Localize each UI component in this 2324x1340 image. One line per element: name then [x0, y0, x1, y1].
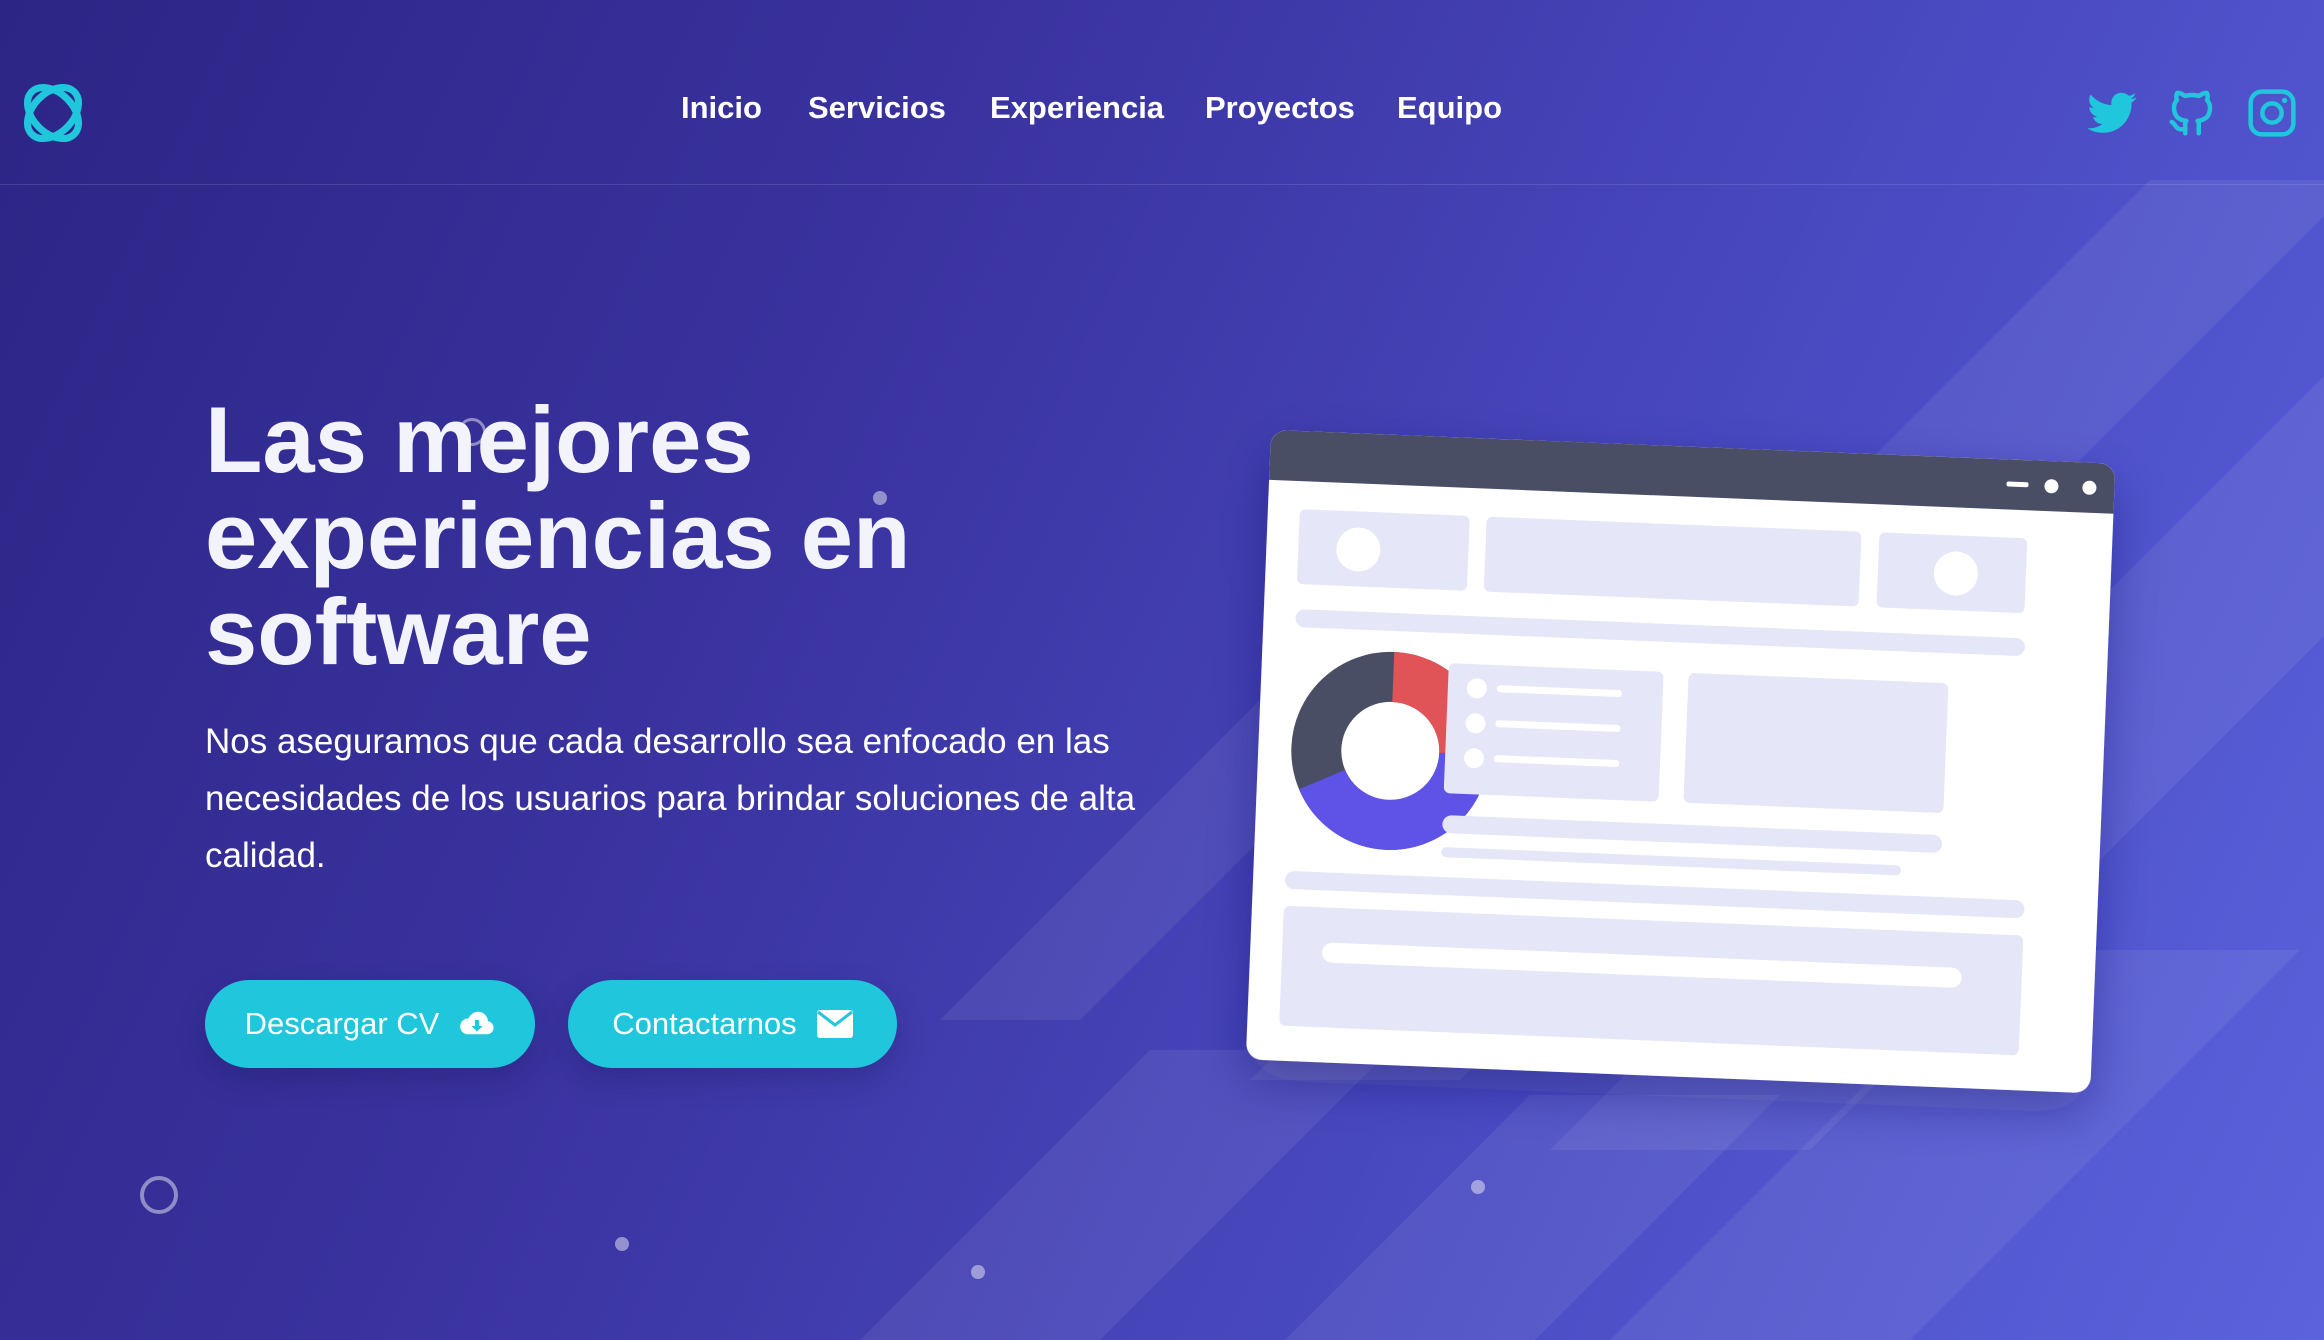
hero-description: Nos aseguramos que cada desarrollo sea e…: [205, 722, 1136, 875]
github-icon[interactable]: [2165, 86, 2219, 140]
nav-item-proyectos[interactable]: Proyectos: [1205, 90, 1355, 126]
nav-item-servicios[interactable]: Servicios: [808, 90, 946, 126]
hero-title-line-3: software: [205, 579, 592, 684]
twitter-icon[interactable]: [2085, 86, 2139, 140]
contact-button[interactable]: Contactarnos: [568, 980, 897, 1068]
download-cv-label: Descargar CV: [244, 1006, 440, 1041]
hero-title-line-1: Las mejores: [205, 387, 754, 492]
download-cv-button[interactable]: Descargar CV: [205, 980, 535, 1068]
cloud-download-icon: [460, 1011, 494, 1035]
nav-item-equipo[interactable]: Equipo: [1397, 90, 1502, 126]
site-header: Inicio Servicios Experiencia Proyectos E…: [0, 0, 2324, 185]
nav-item-inicio[interactable]: Inicio: [681, 90, 762, 126]
decorative-dot: [1471, 1180, 1485, 1194]
nav-item-experiencia[interactable]: Experiencia: [990, 90, 1164, 126]
decorative-dot: [971, 1265, 985, 1279]
decorative-dot: [615, 1237, 629, 1251]
main-nav: Inicio Servicios Experiencia Proyectos E…: [0, 90, 2324, 140]
decorative-ring: [140, 1176, 178, 1214]
envelope-icon: [816, 1010, 853, 1038]
instagram-icon[interactable]: [2245, 86, 2299, 140]
hero-title: Las mejores experiencias en software: [205, 392, 1005, 680]
dashboard-illustration: [1246, 430, 2115, 1093]
contact-label: Contactarnos: [612, 1006, 797, 1041]
hero-title-line-2: experiencias en: [205, 483, 911, 588]
